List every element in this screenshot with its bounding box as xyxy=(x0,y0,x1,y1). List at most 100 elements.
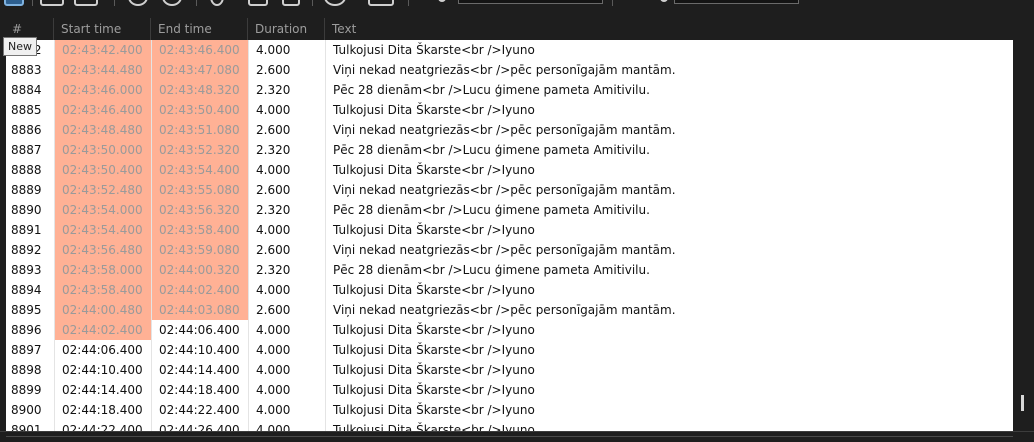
cell-start-time: 02:43:52.480 xyxy=(54,180,151,200)
layout-icon[interactable] xyxy=(368,0,394,6)
save-icon[interactable] xyxy=(74,0,98,6)
subtitle-grid[interactable]: # Start time End time Duration Text 8882… xyxy=(0,18,1034,431)
cell-start-time: 02:43:58.000 xyxy=(54,260,151,280)
cell-text: Tulkojusi Dita Škarste<br />Iyuno xyxy=(325,280,1013,300)
cell-number: 8888 xyxy=(11,163,42,177)
table-row[interactable]: 8883 02:43:44.480 02:43:47.080 2.600 Viņi ne… xyxy=(6,60,1013,80)
cell-start-time: 02:43:54.400 xyxy=(54,220,151,240)
cell-duration: 4.000 xyxy=(248,160,325,180)
column-header-end-time[interactable]: End time xyxy=(151,18,248,40)
horizontal-scrollbar[interactable] xyxy=(6,436,1013,437)
cell-start-time: 02:44:10.400 xyxy=(54,360,151,380)
cell-end-time: 02:44:18.400 xyxy=(151,380,248,400)
find-icon[interactable] xyxy=(128,0,148,6)
cell-end-time: 02:43:52.320 xyxy=(151,140,248,160)
cell-end-time: 02:44:06.400 xyxy=(151,320,248,340)
cell-number: 8891 xyxy=(11,223,42,237)
table-row[interactable]: 8897 02:44:06.400 02:44:10.400 4.000 Tulkoju… xyxy=(6,340,1013,360)
table-row[interactable]: 8889 02:43:52.480 02:43:55.080 2.600 Viņi ne… xyxy=(6,180,1013,200)
spell-check-icon[interactable] xyxy=(248,0,268,6)
column-header-start-time[interactable]: Start time xyxy=(54,18,151,40)
cell-end-time: 02:43:56.320 xyxy=(151,200,248,220)
cell-duration: 2.600 xyxy=(248,120,325,140)
settings-icon[interactable] xyxy=(282,0,300,6)
table-row[interactable]: 8901 02:44:22.400 02:44:26.400 4.000 Tulkoju… xyxy=(6,420,1013,431)
table-row[interactable]: 8890 02:43:54.000 02:43:56.320 2.320 Pēc 28 … xyxy=(6,200,1013,220)
table-row[interactable]: 8893 02:43:58.000 02:44:00.320 2.320 Pēc 28 … xyxy=(6,260,1013,280)
table-row[interactable]: 8892 02:43:56.480 02:43:59.080 2.600 Viņi ne… xyxy=(6,240,1013,260)
table-row[interactable]: 8887 02:43:50.000 02:43:52.320 2.320 Pēc 28 … xyxy=(6,140,1013,160)
cell-text: Pēc 28 dienām<br />Lucu ģimene pameta Am… xyxy=(325,140,1013,160)
cell-end-time: 02:44:22.400 xyxy=(151,400,248,420)
cell-start-time: 02:43:42.400 xyxy=(54,40,151,60)
table-row[interactable]: 8884 02:43:46.000 02:43:48.320 2.320 Pēc 28 … xyxy=(6,80,1013,100)
cell-duration: 4.000 xyxy=(248,40,325,60)
table-row[interactable]: 8898 02:44:10.400 02:44:14.400 4.000 Tulkoju… xyxy=(6,360,1013,380)
table-row[interactable]: 8886 02:43:48.480 02:43:51.080 2.600 Viņi ne… xyxy=(6,120,1013,140)
cell-duration: 4.000 xyxy=(248,340,325,360)
new-file-icon[interactable] xyxy=(4,0,24,6)
subtitle-format-dropdown[interactable] xyxy=(458,0,603,4)
table-row[interactable]: 8895 02:44:00.480 02:44:03.080 2.600 Viņi ne… xyxy=(6,300,1013,320)
cell-duration: 4.000 xyxy=(248,360,325,380)
cell-end-time: 02:43:54.400 xyxy=(151,160,248,180)
cell-end-time: 02:43:59.080 xyxy=(151,240,248,260)
table-row[interactable]: 888202:43:42.40002:43:46.4004.000Tulkoju… xyxy=(6,40,1013,60)
toolbar-separator xyxy=(612,0,613,6)
cell-duration: 4.000 xyxy=(248,280,325,300)
cell-number: 8886 xyxy=(11,123,42,137)
column-header-duration[interactable]: Duration xyxy=(248,18,325,40)
cell-text: Tulkojusi Dita Škarste<br />Iyuno xyxy=(325,420,1013,431)
table-row[interactable]: 8899 02:44:14.400 02:44:18.400 4.000 Tulkoju… xyxy=(6,380,1013,400)
cell-duration: 2.320 xyxy=(248,80,325,100)
cell-end-time: 02:43:55.080 xyxy=(151,180,248,200)
cell-end-time: 02:43:48.320 xyxy=(151,80,248,100)
cell-number: 8901 xyxy=(11,423,42,431)
cell-duration: 2.600 xyxy=(248,240,325,260)
column-header-text[interactable]: Text xyxy=(325,18,1013,40)
cell-start-time: 02:43:54.000 xyxy=(54,200,151,220)
tooltip: New xyxy=(3,37,37,56)
cell-duration: 4.000 xyxy=(248,380,325,400)
scrollbar-thumb[interactable] xyxy=(1021,395,1024,411)
cell-number: 8883 xyxy=(11,63,42,77)
cell-duration: 4.000 xyxy=(248,220,325,240)
table-row[interactable]: 8891 02:43:54.400 02:43:58.400 4.000 Tulkoju… xyxy=(6,220,1013,240)
cell-text: Tulkojusi Dita Škarste<br />Iyuno xyxy=(325,100,1013,120)
visual-sync-icon[interactable] xyxy=(210,0,224,6)
table-row[interactable]: 8885 02:43:46.400 02:43:50.400 4.000 Tulkoju… xyxy=(6,100,1013,120)
cell-text: Pēc 28 dienām<br />Lucu ģimene pameta Am… xyxy=(325,260,1013,280)
cell-number: 8898 xyxy=(11,363,42,377)
cell-duration: 4.000 xyxy=(248,320,325,340)
cell-number: 8894 xyxy=(11,283,42,297)
cell-end-time: 02:44:14.400 xyxy=(151,360,248,380)
cell-start-time: 02:43:46.000 xyxy=(54,80,151,100)
cell-text: Viņi nekad neatgriezās<br />pēc personīg… xyxy=(325,240,1013,260)
subtitle-editor-window: New # Start time End time Duration Text … xyxy=(0,0,1034,442)
table-row[interactable]: 8896 02:44:02.400 02:44:06.400 4.000 Tulkoju… xyxy=(6,320,1013,340)
vertical-scrollbar[interactable] xyxy=(1013,40,1034,431)
table-row[interactable]: 8900 02:44:18.400 02:44:22.400 4.000 Tulkoju… xyxy=(6,400,1013,420)
cell-text: Pēc 28 dienām<br />Lucu ģimene pameta Am… xyxy=(325,80,1013,100)
table-row[interactable]: 8894 02:43:58.400 02:44:02.400 4.000 Tulkoju… xyxy=(6,280,1013,300)
cell-text: Tulkojusi Dita Škarste<br />Iyuno xyxy=(325,160,1013,180)
cell-number: 8896 xyxy=(11,323,42,337)
cell-end-time: 02:43:58.400 xyxy=(151,220,248,240)
cell-start-time: 02:44:02.400 xyxy=(54,320,151,340)
cell-number: 8890 xyxy=(11,203,42,217)
toolbar xyxy=(0,0,1034,7)
table-row[interactable]: 8888 02:43:50.400 02:43:54.400 4.000 Tulkoju… xyxy=(6,160,1013,180)
frame-rate-icon xyxy=(660,0,668,2)
cell-start-time: 02:44:22.400 xyxy=(54,420,151,431)
cell-end-time: 02:43:51.080 xyxy=(151,120,248,140)
cell-number: 8899 xyxy=(11,383,42,397)
cell-start-time: 02:44:00.480 xyxy=(54,300,151,320)
open-file-icon[interactable] xyxy=(40,0,64,6)
cell-number: 8884 xyxy=(11,83,42,97)
replace-icon[interactable] xyxy=(162,0,182,6)
cell-number: 8897 xyxy=(11,343,42,357)
cell-number: 8892 xyxy=(11,243,42,257)
encoding-dropdown[interactable] xyxy=(674,0,799,4)
help-icon[interactable] xyxy=(324,0,346,6)
cell-start-time: 02:43:48.480 xyxy=(54,120,151,140)
